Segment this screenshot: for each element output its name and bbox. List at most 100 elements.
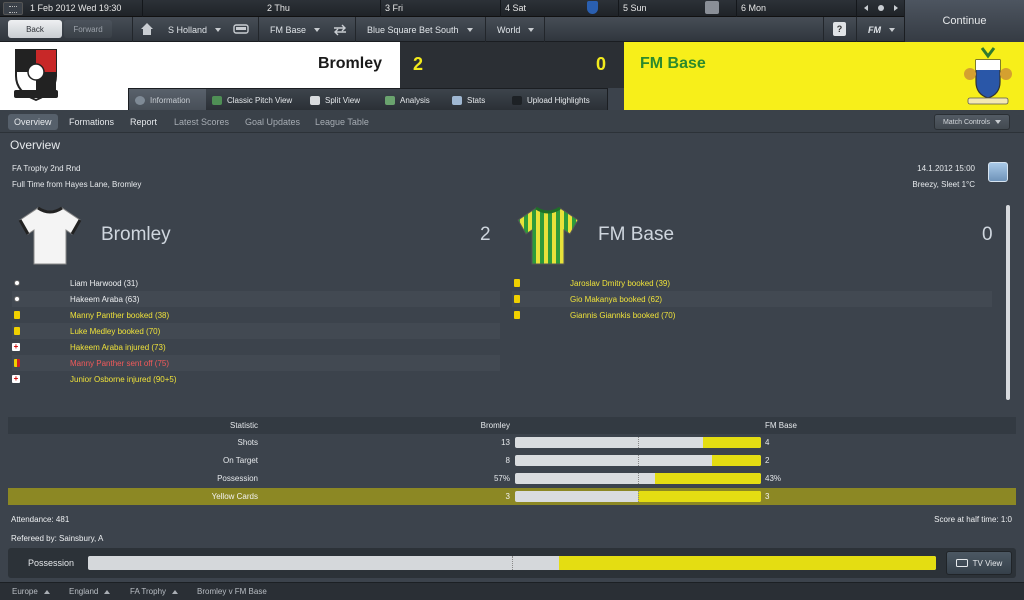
possession-label: Possession: [28, 558, 75, 568]
event-text: Hakeem Araba (63): [70, 294, 140, 304]
tab-upload-highlights[interactable]: Upload Highlights: [506, 89, 608, 111]
club-menu-label: S Holland: [168, 24, 208, 35]
tab-label: Split View: [325, 95, 360, 105]
calendar-icon[interactable]: [3, 2, 23, 15]
weather-icon: [988, 162, 1008, 182]
team-menu[interactable]: FM Base: [270, 17, 321, 42]
breadcrumb-item[interactable]: Bromley v FM Base: [197, 587, 267, 596]
stat-bar-midline: [638, 437, 639, 448]
referee[interactable]: Refereed by: Sainsbury, A: [11, 534, 103, 543]
back-button[interactable]: Back: [8, 20, 62, 38]
sub-navigation: Overview Formations Report Latest Scores…: [0, 110, 1024, 133]
shield-icon[interactable]: [587, 1, 598, 14]
breadcrumb-label: Bromley v FM Base: [197, 587, 267, 596]
competition-name[interactable]: FA Trophy 2nd Rnd: [12, 164, 81, 173]
stat-away-value: 43%: [765, 474, 782, 483]
match-event[interactable]: Manny Panther booked (38): [12, 307, 500, 323]
tv-view-button[interactable]: TV View: [946, 551, 1012, 575]
calendar-day[interactable]: 5 Sun: [623, 3, 647, 13]
stat-bar-midline: [638, 455, 639, 466]
chevron-up-icon: [172, 589, 179, 594]
yellow-card-icon: [514, 295, 520, 303]
league-menu[interactable]: Blue Square Bet South: [367, 17, 473, 42]
match-event[interactable]: Manny Panther sent off (75): [12, 355, 500, 371]
calendar-day[interactable]: 4 Sat: [505, 3, 526, 13]
event-text: Jaroslav Dmitry booked (39): [570, 278, 671, 288]
bus-icon[interactable]: [233, 24, 249, 35]
subnav-report[interactable]: Report: [130, 110, 157, 133]
event-text: Giannis Giannkis booked (70): [570, 310, 676, 320]
calendar-day[interactable]: 6 Mon: [741, 3, 766, 13]
stat-bar: [515, 491, 761, 502]
stat-home-value: 8: [505, 456, 510, 465]
home-icon[interactable]: [140, 22, 154, 36]
possession-midline: [512, 556, 513, 570]
tab-label: Stats: [467, 95, 486, 105]
event-text: Gio Makanya booked (62): [570, 294, 663, 304]
world-menu[interactable]: World: [497, 17, 535, 42]
subnav-latest-scores[interactable]: Latest Scores: [174, 110, 229, 133]
tab-information[interactable]: Information: [129, 89, 206, 111]
training-icon[interactable]: [705, 1, 719, 14]
result-text: Full Time from Hayes Lane, Bromley: [12, 180, 142, 189]
stats-icon: [452, 95, 462, 105]
stat-row[interactable]: Shots 13 4: [8, 434, 1016, 451]
forward-button[interactable]: Forward: [64, 20, 112, 38]
breadcrumb-item[interactable]: Europe: [12, 587, 50, 596]
stat-away-fill: [703, 437, 761, 448]
tab-stats[interactable]: Stats: [446, 89, 506, 111]
subnav-overview[interactable]: Overview: [8, 114, 58, 130]
calendar-day[interactable]: 3 Fri: [385, 3, 403, 13]
tab-classic-pitch-view[interactable]: Classic Pitch View: [206, 89, 304, 111]
divider: [132, 17, 133, 42]
scrollbar[interactable]: [1006, 205, 1010, 400]
divider: [355, 17, 356, 42]
home-team-label[interactable]: Bromley: [101, 224, 171, 246]
breadcrumb-item[interactable]: England: [69, 587, 111, 596]
tab-label: Analysis: [400, 95, 430, 105]
breadcrumb-label: England: [69, 587, 99, 596]
tab-analysis[interactable]: Analysis: [379, 89, 446, 111]
away-team-name[interactable]: FM Base: [640, 55, 706, 73]
home-team-name[interactable]: Bromley: [240, 55, 382, 73]
event-text: Hakeem Araba injured (73): [70, 342, 166, 352]
stat-row[interactable]: Possession 57% 43%: [8, 470, 1016, 487]
event-text: Junior Osborne injured (90+5): [70, 374, 177, 384]
club-menu[interactable]: S Holland: [168, 17, 222, 42]
home-club-crest[interactable]: [10, 46, 62, 104]
tv-view-label: TV View: [972, 558, 1003, 568]
stat-row[interactable]: Yellow Cards 3 3: [8, 488, 1016, 505]
match-event[interactable]: Luke Medley booked (70): [12, 323, 500, 339]
away-club-crest[interactable]: [962, 44, 1014, 106]
continue-button[interactable]: Continue: [904, 0, 1024, 42]
help-button[interactable]: ?: [833, 22, 846, 36]
match-event[interactable]: + Junior Osborne injured (90+5): [12, 371, 500, 387]
camera-icon: [512, 95, 522, 105]
chevron-up-icon: [43, 589, 50, 594]
subnav-league-table[interactable]: League Table: [315, 110, 369, 133]
subnav-formations[interactable]: Formations: [69, 110, 114, 133]
breadcrumb-item[interactable]: FA Trophy: [130, 587, 179, 596]
subnav-goal-updates[interactable]: Goal Updates: [245, 110, 300, 133]
match-event[interactable]: Gio Makanya booked (62): [512, 291, 992, 307]
away-team-label[interactable]: FM Base: [598, 224, 674, 246]
divider: [258, 17, 259, 42]
fm-menu[interactable]: FM: [868, 17, 895, 42]
possession-away-fill: [558, 556, 936, 570]
chevron-down-icon: [215, 27, 222, 32]
attendance: Attendance: 481: [11, 515, 70, 524]
match-controls-button[interactable]: Match Controls: [934, 114, 1010, 130]
breadcrumb: Europe England FA Trophy Bromley v FM Ba…: [0, 582, 1024, 600]
calendar-day[interactable]: 2 Thu: [267, 3, 290, 13]
chevron-down-icon: [889, 27, 895, 32]
match-event[interactable]: Liam Harwood (31): [12, 275, 500, 291]
match-event[interactable]: Giannis Giannkis booked (70): [512, 307, 992, 323]
tab-split-view[interactable]: Split View: [304, 89, 379, 111]
stat-row[interactable]: On Target 8 2: [8, 452, 1016, 469]
swap-icon[interactable]: [332, 24, 348, 36]
match-event[interactable]: + Hakeem Araba injured (73): [12, 339, 500, 355]
calendar-scroll-controls[interactable]: [858, 1, 904, 16]
stats-header-row: Statistic Bromley FM Base: [8, 417, 1016, 434]
match-event[interactable]: Jaroslav Dmitry booked (39): [512, 275, 992, 291]
match-event[interactable]: Hakeem Araba (63): [12, 291, 500, 307]
